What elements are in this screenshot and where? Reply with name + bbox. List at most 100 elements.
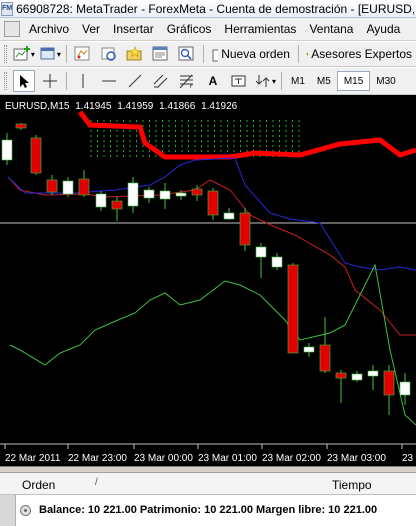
chart-window-icon[interactable] [4, 21, 20, 37]
balance-icon [20, 504, 31, 516]
text-label-button[interactable] [228, 70, 250, 92]
text-button[interactable]: A [202, 70, 224, 92]
time-axis-label: 23 Mar 03:00 [327, 453, 386, 464]
menu-graficos[interactable]: Gráficos [164, 22, 222, 36]
bearish-candle [319, 344, 331, 372]
chart-open-price: 1.41945 [75, 101, 112, 112]
timeframe-m1[interactable]: M1 [285, 71, 311, 91]
bullish-candle [255, 246, 267, 258]
market-watch-icon [74, 46, 90, 61]
chart-ohlc-header: EURUSD,M15 1.41945 1.41959 1.41866 1.419… [5, 101, 240, 112]
menu-ayuda[interactable]: Ayuda [363, 22, 410, 36]
profiles-button[interactable]: ▾ [39, 43, 61, 65]
data-window-button[interactable] [98, 43, 120, 65]
arrows-icon [255, 75, 270, 87]
market-watch-button[interactable] [72, 43, 94, 65]
bearish-candle [78, 178, 90, 196]
menu-bar: Archivo Ver Insertar Gráficos Herramient… [0, 18, 416, 40]
standard-toolbar: ▾ ▾ Nueva orden Asesores Expertos [0, 41, 416, 67]
star-folder-icon [126, 46, 142, 61]
bearish-candle [207, 190, 219, 216]
menu-archivo[interactable]: Archivo [26, 22, 79, 36]
bullish-candle [143, 189, 155, 199]
bearish-candle [46, 179, 58, 193]
window-title: 66908728: MetaTrader - ForexMeta - Cuent… [16, 1, 416, 16]
chart-low-price: 1.41866 [159, 101, 196, 112]
bearish-candle [30, 137, 42, 174]
text-tool-label: A [208, 74, 218, 88]
profiles-icon [40, 47, 55, 60]
equidistant-channel-button[interactable] [150, 70, 172, 92]
crosshair-icon [43, 74, 57, 88]
bearish-candle [239, 212, 251, 246]
fibonacci-button[interactable]: F [176, 70, 198, 92]
expert-advisors-label: Asesores Expertos [311, 47, 413, 61]
menu-herramientas[interactable]: Herramientas [221, 22, 306, 36]
new-chart-button[interactable]: ▾ [13, 43, 35, 65]
warning-icon [306, 51, 309, 57]
bullish-candle [351, 373, 363, 381]
toolbar-grip[interactable] [4, 45, 7, 63]
time-axis-label: 23 Mar 00:00 [134, 453, 193, 464]
horizontal-line-button[interactable] [98, 70, 120, 92]
tester-icon [178, 46, 194, 61]
bullish-candle [399, 381, 411, 396]
column-tiempo[interactable]: Tiempo [332, 478, 372, 492]
terminal-button[interactable] [150, 43, 172, 65]
bearish-candle [15, 123, 27, 129]
app-icon: FM [1, 1, 14, 16]
balance-summary: Balance: 10 221.00 Patrimonio: 10 221.00… [39, 504, 378, 516]
vertical-line-button[interactable] [72, 70, 94, 92]
bullish-candle [95, 193, 107, 208]
bullish-candle [1, 139, 13, 161]
sort-indicator: / [95, 477, 98, 488]
bullish-candle [303, 346, 315, 353]
crosshair-button[interactable] [39, 70, 61, 92]
trendline-icon [128, 74, 142, 88]
chart-symbol-timeframe: EURUSD,M15 [5, 101, 70, 112]
trendline-button[interactable] [124, 70, 146, 92]
timeframe-m5[interactable]: M5 [311, 71, 337, 91]
bearish-candle [287, 264, 299, 354]
toolbar-grip-2[interactable] [4, 72, 7, 90]
chart-close-price: 1.41926 [201, 101, 238, 112]
time-axis-label: 23 Mar [402, 453, 416, 464]
terminal-column-header: Orden / Tiempo [0, 473, 416, 495]
bearish-candle [335, 372, 347, 379]
terminal-icon [152, 46, 168, 61]
bullish-candle [62, 180, 74, 195]
cursor-icon [20, 75, 29, 88]
menu-ventana[interactable]: Ventana [306, 22, 363, 36]
bearish-candle [111, 200, 123, 210]
menu-insertar[interactable]: Insertar [110, 22, 164, 36]
strategy-tester-button[interactable] [176, 43, 198, 65]
channel-icon [153, 74, 168, 88]
new-order-button[interactable]: Nueva orden [209, 43, 293, 65]
price-chart[interactable]: 22 Mar 2011 22 Mar 23:00 23 Mar 00:00 23 Ma… [0, 95, 416, 466]
bullish-candle [223, 212, 235, 220]
timeframe-m15[interactable]: M15 [336, 71, 371, 91]
bullish-candle [175, 192, 187, 197]
bearish-candle [191, 188, 203, 196]
cursor-button[interactable] [13, 70, 35, 92]
chart-canvas[interactable]: 22 Mar 2011 22 Mar 23:00 23 Mar 00:00 23 Ma… [0, 95, 416, 466]
bullish-candle [367, 370, 379, 377]
new-order-label: Nueva orden [221, 47, 290, 61]
vertical-line-icon [82, 74, 84, 88]
text-label-icon [231, 75, 246, 87]
expert-advisors-button[interactable]: Asesores Expertos [304, 43, 414, 65]
svg-text:F: F [190, 84, 193, 89]
bullish-candle [159, 190, 171, 200]
time-axis-label: 23 Mar 01:00 [198, 453, 257, 464]
navigator-button[interactable] [124, 43, 146, 65]
new-order-icon [212, 49, 219, 62]
menu-ver[interactable]: Ver [79, 22, 110, 36]
time-axis-label: 22 Mar 23:00 [68, 453, 127, 464]
title-bar: FM 66908728: MetaTrader - ForexMeta - Cu… [0, 0, 416, 18]
bullish-candle [271, 256, 283, 268]
arrows-button[interactable]: ▾ [254, 70, 276, 92]
column-orden[interactable]: Orden [22, 478, 55, 492]
balance-row[interactable]: Balance: 10 221.00 Patrimonio: 10 221.00… [20, 501, 377, 519]
data-window-icon [101, 47, 116, 61]
timeframe-m30[interactable]: M30 [370, 71, 401, 91]
